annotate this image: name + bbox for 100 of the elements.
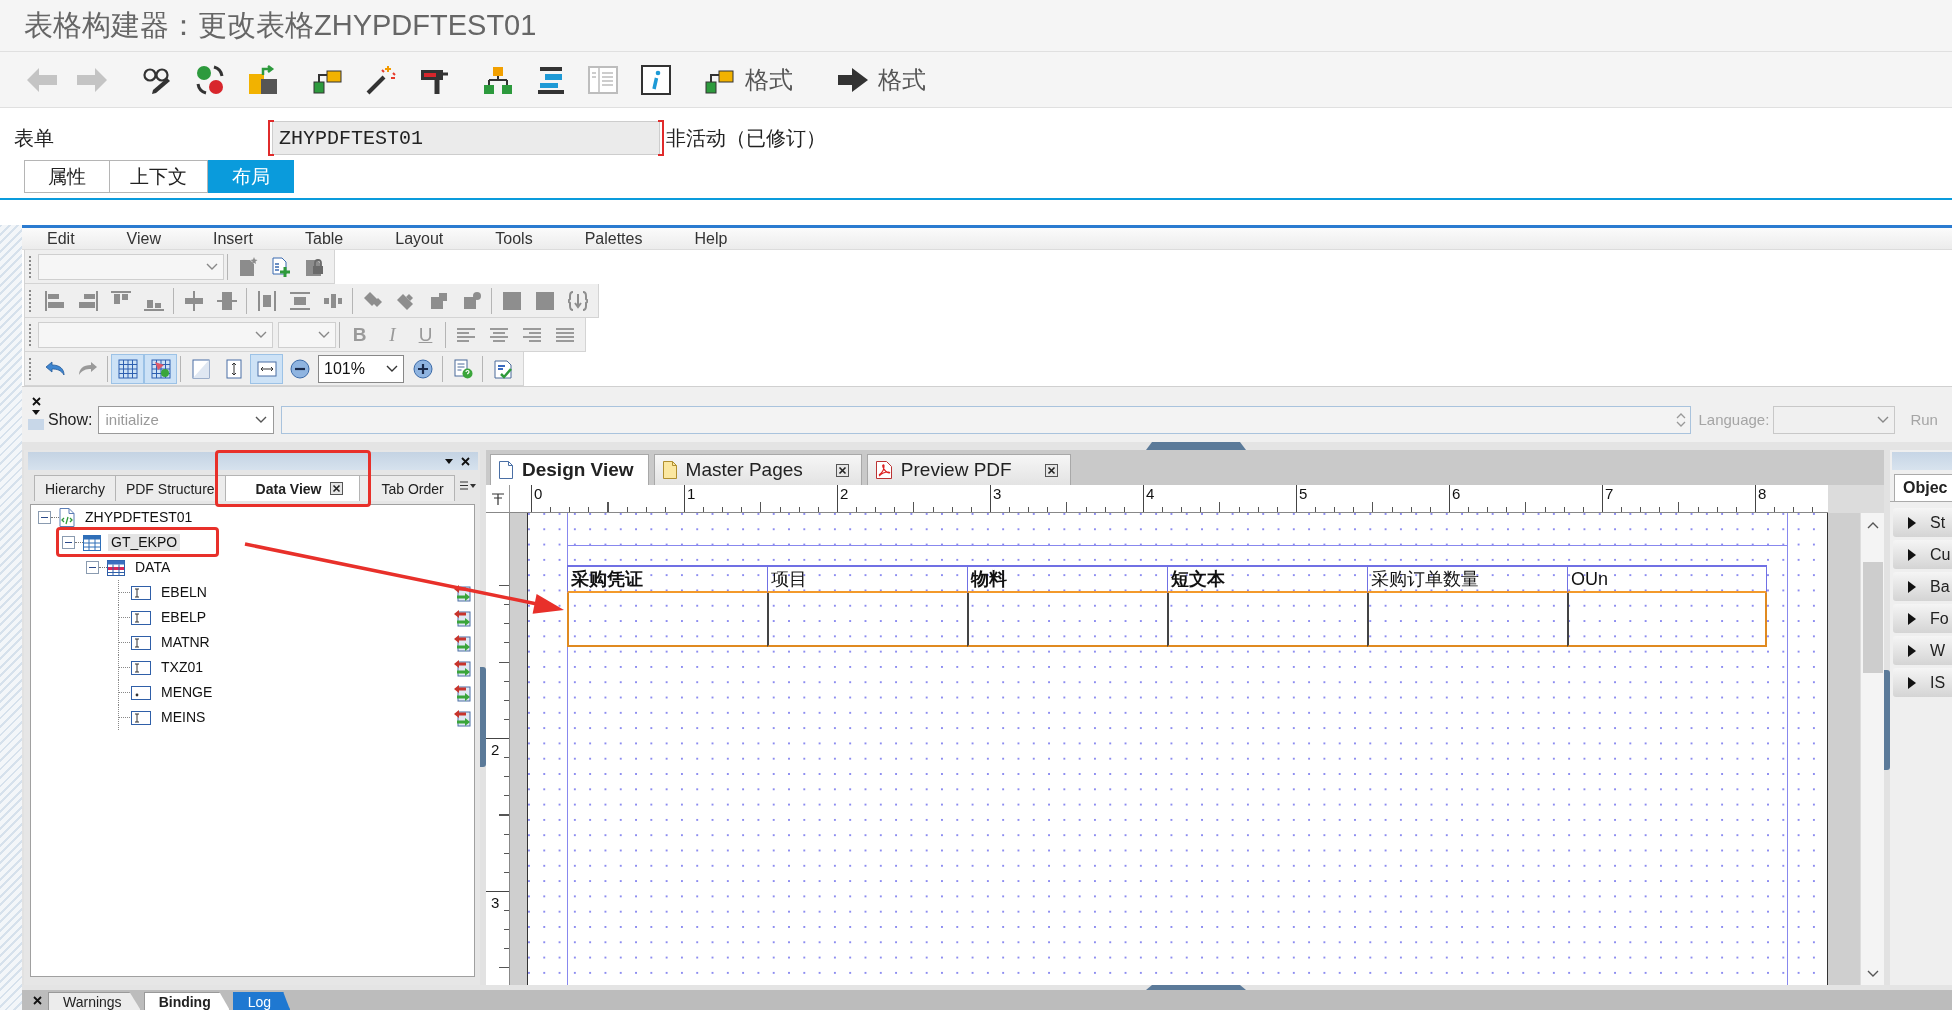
palette-category[interactable]: IS xyxy=(1893,668,1952,697)
splitter-handle[interactable] xyxy=(480,667,486,767)
new-page-icon[interactable] xyxy=(237,256,258,277)
text-field-icon xyxy=(131,710,151,725)
splitter-handle[interactable] xyxy=(1146,985,1246,990)
tree-item[interactable]: EBELN xyxy=(158,584,210,601)
ruler-label: 5 xyxy=(1299,485,1308,502)
table-rows-icon xyxy=(107,559,125,576)
close-icon[interactable] xyxy=(33,995,42,1005)
menu-item[interactable]: Table xyxy=(305,229,344,248)
stacked-bars-icon[interactable] xyxy=(536,64,566,95)
chevron-up-icon[interactable] xyxy=(1866,522,1879,529)
magic-wand-icon[interactable] xyxy=(366,64,396,95)
org-chart-icon[interactable] xyxy=(483,64,513,95)
menu-item[interactable]: View xyxy=(126,229,161,248)
tab[interactable]: 属性 xyxy=(24,160,110,193)
panel-tab[interactable]: Tab Order xyxy=(358,475,455,501)
page-icon[interactable] xyxy=(190,358,211,379)
splitter-handle[interactable] xyxy=(1146,442,1246,450)
tree-item[interactable]: GT_EKPO xyxy=(108,534,181,551)
page-icon xyxy=(662,461,677,479)
collapse-icon[interactable] xyxy=(86,561,99,574)
number-field-icon xyxy=(131,685,151,700)
form-table[interactable]: 采购凭证 项目 物料 短文本 采购订单数量 OUn xyxy=(567,565,1767,647)
close-icon[interactable] xyxy=(461,456,470,466)
show-label: Show: xyxy=(48,410,93,429)
grid-toggle-button[interactable] xyxy=(111,353,144,384)
collapse-icon[interactable] xyxy=(38,511,51,524)
panel-tab[interactable]: Hierarchy xyxy=(34,475,116,501)
palette-category[interactable]: Cu xyxy=(1893,540,1952,569)
format-button[interactable]: 格式 xyxy=(705,59,793,100)
tree-item[interactable]: EBELP xyxy=(158,609,210,626)
palette-category[interactable]: Ba xyxy=(1893,572,1952,601)
lock-page-icon[interactable] xyxy=(303,256,324,277)
format-button[interactable]: 格式 xyxy=(838,59,926,100)
palette-tab[interactable]: Binding xyxy=(143,992,230,1010)
close-icon[interactable] xyxy=(835,463,849,477)
palette-category[interactable]: W xyxy=(1893,636,1952,665)
pdf-document-icon xyxy=(875,461,892,479)
scrollbar-thumb[interactable] xyxy=(1862,562,1883,673)
chevron-down-icon[interactable] xyxy=(1866,970,1879,977)
ruler-label: 4 xyxy=(1146,485,1155,502)
tree-item[interactable]: MENGE xyxy=(158,684,216,701)
fit-width-button[interactable] xyxy=(250,353,283,384)
spell-check-icon[interactable] xyxy=(492,358,513,379)
column-header: 采购订单数量 xyxy=(1367,565,1567,593)
dropdown-arrow-icon[interactable] xyxy=(445,458,453,464)
panel-tab[interactable]: Data View xyxy=(224,475,360,501)
menu-item[interactable]: Layout xyxy=(395,229,444,248)
snap-toggle-button[interactable] xyxy=(144,353,177,384)
tree-item[interactable]: TXZ01 xyxy=(158,659,206,676)
list-menu-icon[interactable] xyxy=(460,480,476,491)
close-icon[interactable] xyxy=(31,397,41,406)
zoom-in-icon[interactable] xyxy=(412,358,433,379)
dropdown-arrow-icon[interactable] xyxy=(32,410,40,415)
column-header: 短文本 xyxy=(1167,565,1367,593)
tree-item[interactable]: MEINS xyxy=(158,709,209,726)
column-header: 采购凭证 xyxy=(567,565,767,593)
palette-category[interactable]: Fo xyxy=(1893,604,1952,633)
menu-item[interactable]: Tools xyxy=(495,229,533,248)
toolbar-grip[interactable] xyxy=(28,254,32,279)
boxes-arrow-icon[interactable] xyxy=(248,64,278,95)
tab[interactable]: 上下文 xyxy=(110,160,208,193)
info-icon[interactable] xyxy=(641,64,671,95)
dropdown-field[interactable] xyxy=(38,253,224,280)
document-tab[interactable]: Design View xyxy=(490,454,649,485)
add-page-icon[interactable] xyxy=(270,256,291,277)
ruler-label: 0 xyxy=(534,485,543,502)
menu-item[interactable]: Insert xyxy=(212,229,253,248)
menu-item[interactable]: Edit xyxy=(47,229,75,248)
vertical-scrollbar[interactable] xyxy=(1860,513,1884,985)
palette-category[interactable]: St xyxy=(1893,508,1952,537)
toolbar-grip[interactable] xyxy=(28,288,32,313)
document-help-icon[interactable] xyxy=(452,358,473,379)
menu-item[interactable]: Palettes xyxy=(584,229,643,248)
zoom-out-icon[interactable] xyxy=(289,358,310,379)
document-columns-icon[interactable] xyxy=(588,64,618,95)
menu-item[interactable]: Help xyxy=(694,229,728,248)
chevron-down-icon xyxy=(1877,416,1890,423)
document-tab[interactable]: Preview PDF xyxy=(866,454,1071,485)
panel-tab[interactable]: Objec xyxy=(1894,474,1952,501)
document-tab[interactable]: Master Pages xyxy=(653,454,862,485)
window-title: 表格构建器：更改表格ZHYPDFTEST01 xyxy=(24,7,537,43)
panel-header xyxy=(1892,452,1952,470)
toolbar-grip[interactable] xyxy=(28,356,32,381)
chevron-down-icon xyxy=(318,331,330,338)
palette-tab[interactable]: Warnings xyxy=(48,992,141,1010)
palette-tab[interactable]: Log xyxy=(232,992,291,1010)
tree-item[interactable]: ZHYPDFTEST01 xyxy=(82,509,196,526)
panel-tab[interactable]: PDF Structure xyxy=(114,475,226,501)
tree-item[interactable]: MATNR xyxy=(158,634,213,651)
close-icon[interactable] xyxy=(1044,463,1058,477)
close-icon[interactable] xyxy=(329,482,343,495)
circles-arrows-icon[interactable] xyxy=(195,64,225,95)
text-field-icon xyxy=(131,635,151,650)
splitter-handle[interactable] xyxy=(1884,670,1890,770)
collapse-icon[interactable] xyxy=(62,536,75,549)
zoom-dropdown[interactable]: 101% xyxy=(318,354,404,383)
toolbar-grip[interactable] xyxy=(28,322,32,347)
tree-item[interactable]: DATA xyxy=(132,559,174,576)
